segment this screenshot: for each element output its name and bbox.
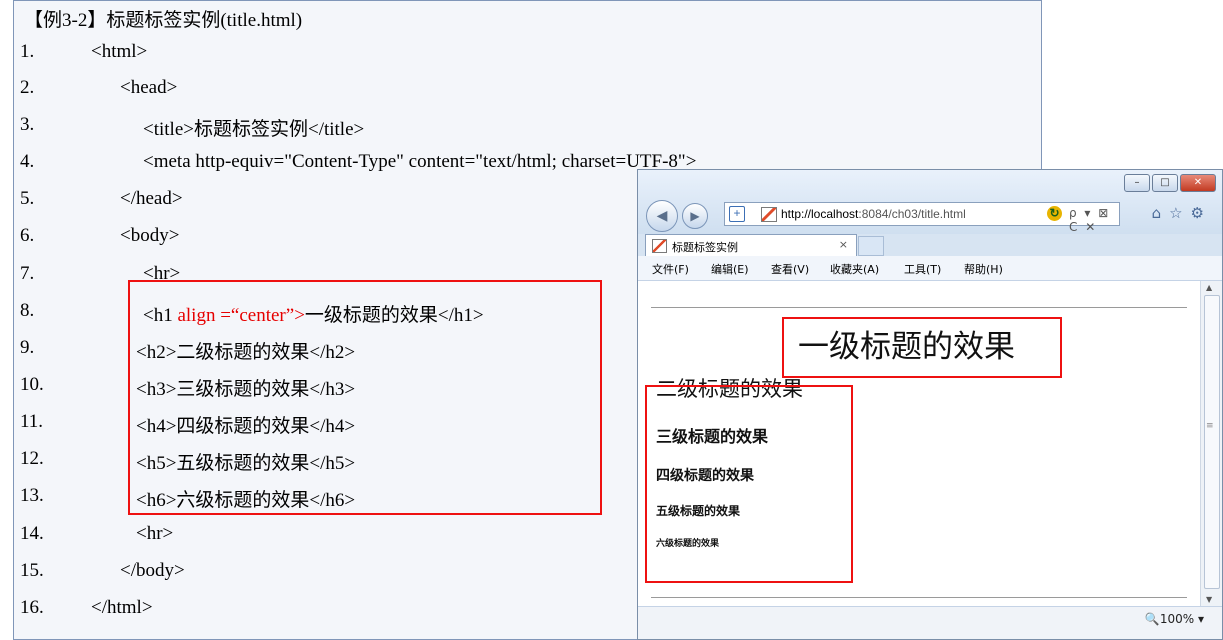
address-bar[interactable]: + http://localhost:8084/ch03/title.html … [724,202,1120,234]
add-icon[interactable]: + [729,206,745,222]
listing-title: 【例3-2】标题标签实例(title.html) [24,10,303,31]
tab-label: 标题标签实例 [672,241,738,254]
line-number: 7. [20,263,35,284]
line-number: 10. [20,374,44,395]
url-path: :8084/ch03/title.html [858,207,966,221]
line-number: 6. [20,225,35,246]
line-number: 8. [20,300,35,321]
compatibility-view-icon[interactable]: ↻ [1047,206,1062,221]
headings-highlight-box [645,385,853,583]
line-number: 11. [20,411,44,432]
browser-window: – □ ✕ ◀ ▶ + http://localhost:8084/ch03/t… [637,169,1223,640]
menu-bar: 文件(F) 编辑(E) 查看(V) 收藏夹(A) 工具(T) 帮助(H) [638,256,1222,281]
line-number: 16. [20,597,44,618]
vertical-scrollbar[interactable]: ▲ ≡ ▼ [1200,281,1222,606]
tab-close-icon[interactable]: × [839,238,848,251]
menu-file[interactable]: 文件(F) [652,261,689,277]
home-icon[interactable]: ⌂ [1152,204,1170,222]
page-content: 一级标题的效果 二级标题的效果 三级标题的效果 四级标题的效果 五级标题的效果 … [638,281,1200,606]
settings-gear-icon[interactable]: ⚙ [1191,204,1212,222]
line-text: </head> [120,188,183,209]
minimize-button[interactable]: – [1124,174,1150,192]
line-text: <meta http-equiv="Content-Type" content=… [143,151,697,172]
page-favicon-icon [761,207,777,222]
line-text: </html> [91,597,153,618]
code-highlight-box [128,280,602,515]
line-text: </body> [120,560,185,581]
address-url[interactable]: http://localhost:8084/ch03/title.html [781,207,966,221]
address-controls[interactable]: ρ ▾ ⊠ C ✕ [1069,206,1119,234]
menu-view[interactable]: 查看(V) [771,261,809,277]
horizontal-rule-bottom [651,597,1187,598]
tab-favicon-icon [652,239,667,253]
menu-favorites[interactable]: 收藏夹(A) [830,261,879,277]
code-line-1: 1. <html> [14,33,1041,69]
favorites-star-icon[interactable]: ☆ [1169,204,1190,222]
line-number: 5. [20,188,35,209]
toolbar-icons: ⌂☆⚙ [1152,204,1212,222]
tab-title[interactable]: 标题标签实例 × [645,234,857,256]
line-text: <head> [120,77,178,98]
line-number: 13. [20,485,44,506]
back-arrow-icon: ◀ [656,208,668,224]
line-number: 2. [20,77,35,98]
menu-tools[interactable]: 工具(T) [904,261,941,277]
line-number: 4. [20,151,35,172]
forward-button[interactable]: ▶ [682,203,708,229]
scroll-down-icon[interactable]: ▼ [1206,595,1212,604]
line-number: 9. [20,337,35,358]
maximize-button[interactable]: □ [1152,174,1178,192]
line-number: 14. [20,523,44,544]
line-text: <body> [120,225,180,246]
h1-highlight-box [782,317,1062,378]
menu-edit[interactable]: 编辑(E) [711,261,749,277]
window-controls: – □ ✕ [1124,174,1216,192]
line-text: <html> [91,41,148,62]
line-text: <title>标题标签实例</title> [143,119,365,140]
line-text: <hr> [136,523,174,544]
menu-help[interactable]: 帮助(H) [964,261,1003,277]
url-host: http://localhost [781,207,859,221]
back-button[interactable]: ◀ [646,200,678,232]
line-number: 1. [20,41,35,62]
line-number: 15. [20,560,44,581]
close-button[interactable]: ✕ [1180,174,1216,192]
line-number: 12. [20,448,44,469]
zoom-level[interactable]: 🔍100% ▾ [1145,612,1204,626]
code-line-3: 3. <title>标题标签实例</title> [14,106,1041,142]
line-number: 3. [20,114,35,135]
status-bar: 🔍100% ▾ [638,606,1222,639]
scroll-up-icon[interactable]: ▲ [1206,283,1212,292]
scrollbar-thumb[interactable] [1204,295,1220,589]
code-line-2: 2. <head> [14,69,1041,105]
scroll-grip-icon: ≡ [1206,421,1214,431]
new-tab-button[interactable] [858,236,884,256]
forward-arrow-icon: ▶ [690,209,700,223]
horizontal-rule-top [651,307,1187,308]
